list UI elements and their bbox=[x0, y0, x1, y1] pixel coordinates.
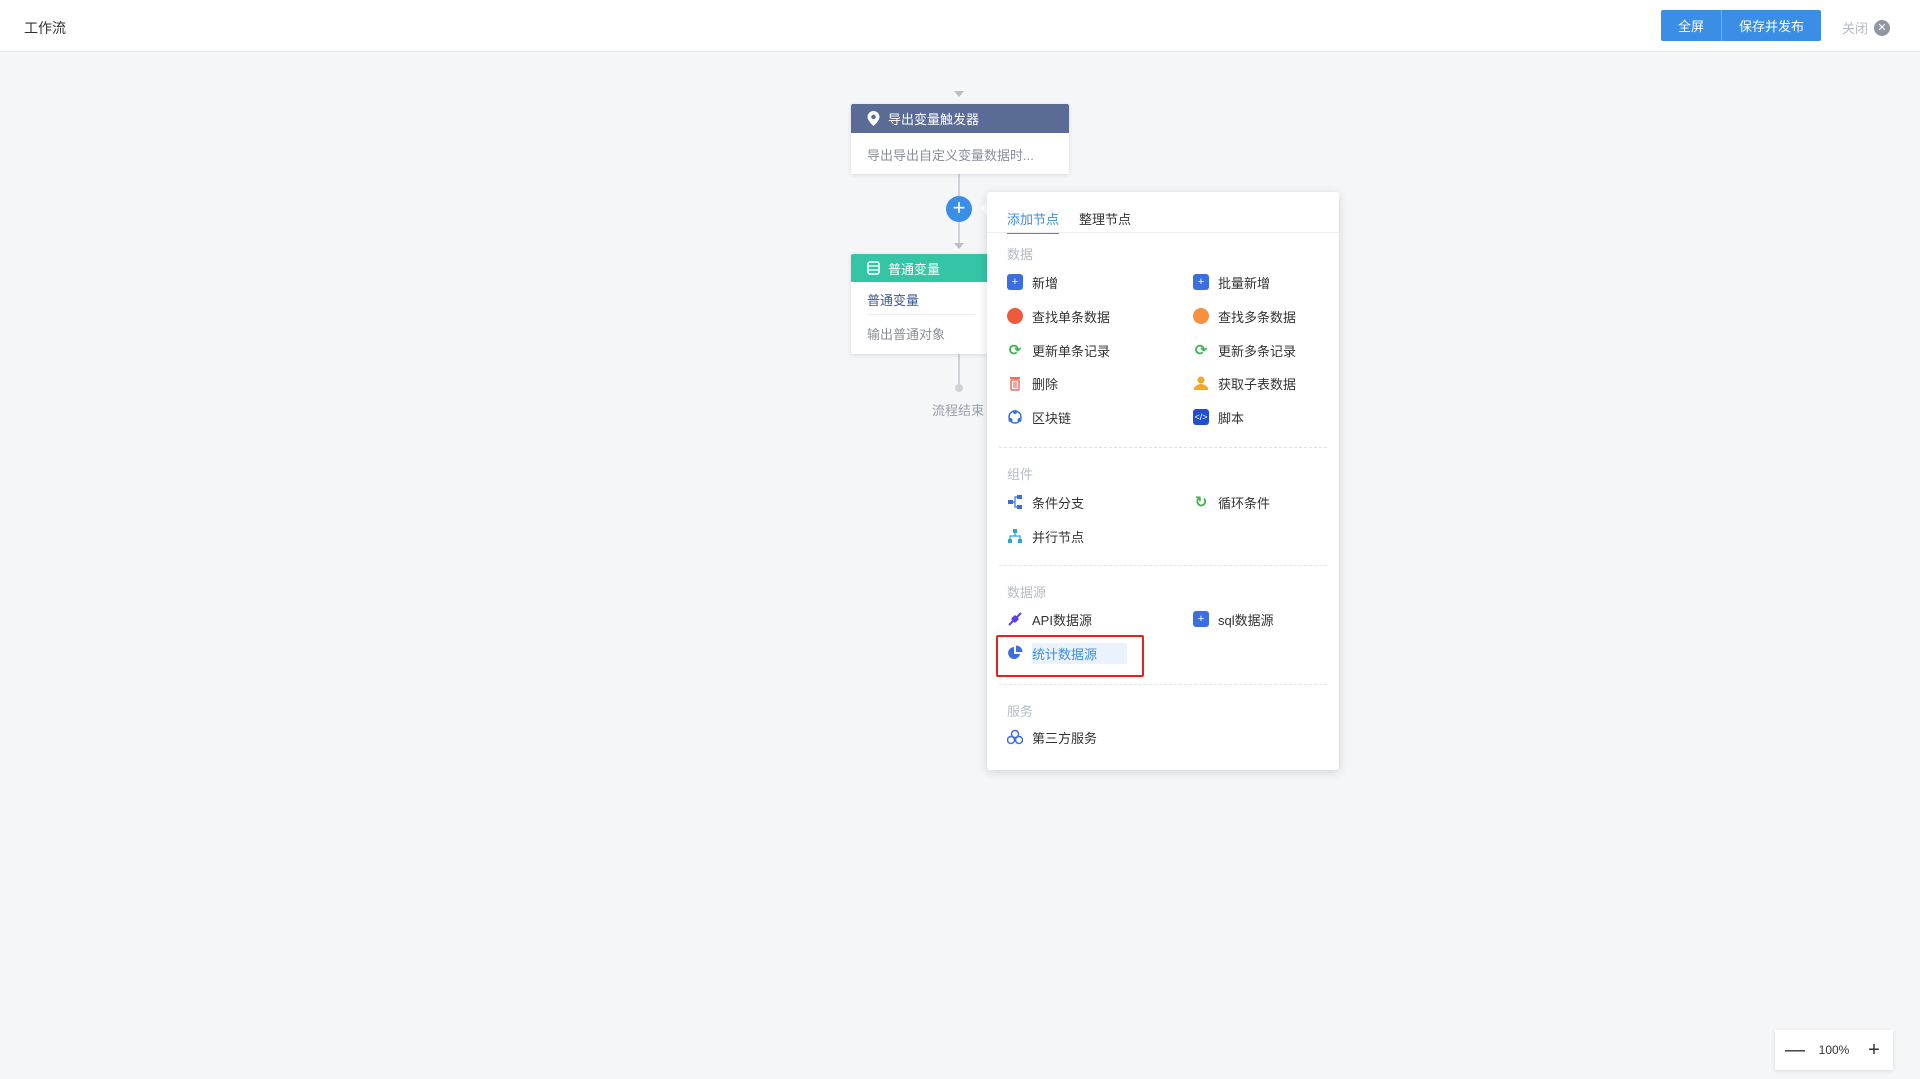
refresh-icon: ⟳ bbox=[1194, 342, 1208, 359]
person-hand-icon bbox=[1194, 376, 1208, 390]
loop-icon: ↻ bbox=[1194, 494, 1208, 511]
trigger-node-desc: 导出导出自定义变量数据时... bbox=[867, 148, 1034, 163]
variable-node-name: 普通变量 bbox=[867, 293, 920, 308]
tab-arrange-nodes[interactable]: 整理节点 bbox=[1079, 209, 1131, 234]
search-multiple-icon bbox=[1193, 308, 1209, 324]
menu-item-third-party-service[interactable]: 第三方服务 bbox=[1007, 727, 1097, 747]
menu-item-blockchain[interactable]: 区块链 bbox=[1007, 407, 1071, 427]
code-icon: </> bbox=[1193, 409, 1209, 425]
batch-add-icon: + bbox=[1193, 274, 1209, 290]
menu-item-parallel-node[interactable]: 并行节点 bbox=[1007, 526, 1084, 546]
close-label: 关闭 bbox=[1842, 21, 1869, 36]
menu-item-script[interactable]: </> 脚本 bbox=[1193, 407, 1244, 427]
save-and-publish-button[interactable]: 保存并发布 bbox=[1721, 10, 1821, 41]
add-square-icon: + bbox=[1007, 274, 1023, 290]
menu-item-update-single[interactable]: ⟳ 更新单条记录 bbox=[1007, 340, 1110, 360]
branch-icon bbox=[1008, 495, 1022, 509]
trigger-node[interactable]: 导出变量触发器 导出导出自定义变量数据时... bbox=[851, 104, 1069, 174]
menu-item-get-subtable[interactable]: 获取子表数据 bbox=[1193, 373, 1296, 393]
zoom-control: — 100% + bbox=[1775, 1030, 1893, 1070]
connector-line bbox=[958, 222, 960, 244]
close-button[interactable]: 关闭 ✕ bbox=[1842, 18, 1891, 37]
menu-item-find-single[interactable]: 查找单条数据 bbox=[1007, 306, 1110, 326]
zoom-level: 100% bbox=[1818, 1043, 1850, 1057]
sql-icon: + bbox=[1193, 611, 1209, 627]
section-divider bbox=[999, 447, 1327, 448]
page-title: 工作流 bbox=[24, 20, 66, 36]
menu-item-update-multiple[interactable]: ⟳ 更新多条记录 bbox=[1193, 340, 1296, 360]
section-divider bbox=[999, 565, 1327, 566]
menu-item-sql-datasource[interactable]: + sql数据源 bbox=[1193, 609, 1274, 629]
section-title-data: 数据 bbox=[1007, 247, 1034, 262]
add-node-popup: 添加节点 整理节点 数据 + 新增 + 批量新增 查找单条数据 查找多条数据 ⟳… bbox=[987, 192, 1339, 770]
zoom-in-button[interactable]: + bbox=[1865, 1039, 1883, 1062]
plus-icon: + bbox=[952, 195, 966, 220]
section-title-datasource: 数据源 bbox=[1007, 585, 1047, 600]
add-node-button[interactable]: + bbox=[946, 196, 972, 222]
cloud-service-icon bbox=[1007, 729, 1023, 745]
header-actions: 全屏 保存并发布 bbox=[1661, 10, 1821, 41]
api-plug-icon bbox=[1008, 612, 1022, 626]
menu-item-loop-condition[interactable]: ↻ 循环条件 bbox=[1193, 492, 1270, 512]
menu-item-condition-branch[interactable]: 条件分支 bbox=[1007, 492, 1084, 512]
database-icon bbox=[867, 261, 880, 275]
flow-start-arrow bbox=[954, 91, 964, 97]
flow-end-dot bbox=[955, 384, 963, 392]
close-icon: ✕ bbox=[1874, 19, 1891, 36]
trigger-node-title: 导出变量触发器 bbox=[888, 112, 980, 127]
parallel-icon bbox=[1008, 529, 1022, 543]
search-single-icon bbox=[1007, 308, 1023, 324]
section-title-component: 组件 bbox=[1007, 467, 1034, 482]
trash-icon bbox=[1010, 377, 1020, 391]
section-title-service: 服务 bbox=[1007, 704, 1034, 719]
variable-node[interactable]: 普通变量 普通变量 输出普通对象 bbox=[851, 254, 991, 354]
zoom-out-button[interactable]: — bbox=[1785, 1039, 1805, 1062]
connector-line bbox=[958, 354, 960, 384]
fullscreen-button[interactable]: 全屏 bbox=[1661, 10, 1721, 41]
top-bar: 工作流 全屏 保存并发布 关闭 ✕ bbox=[0, 0, 1920, 52]
flow-end-label: 流程结束 bbox=[932, 403, 985, 418]
trigger-node-header: 导出变量触发器 bbox=[851, 104, 1069, 133]
tab-add-node[interactable]: 添加节点 bbox=[1007, 209, 1060, 234]
connector-line bbox=[958, 174, 960, 196]
menu-item-batch-add[interactable]: + 批量新增 bbox=[1193, 272, 1270, 292]
variable-node-title: 普通变量 bbox=[888, 261, 941, 277]
menu-item-add[interactable]: + 新增 bbox=[1007, 272, 1058, 292]
variable-node-output: 输出普通对象 bbox=[867, 327, 946, 342]
popup-tabs: 添加节点 整理节点 bbox=[1007, 209, 1131, 234]
menu-item-api-datasource[interactable]: API数据源 bbox=[1007, 609, 1092, 629]
connector-arrow bbox=[954, 243, 964, 249]
highlight-box bbox=[996, 635, 1144, 677]
menu-item-delete[interactable]: 删除 bbox=[1007, 373, 1058, 393]
refresh-icon: ⟳ bbox=[1008, 342, 1022, 359]
blockchain-icon bbox=[1008, 410, 1022, 424]
location-pin-icon bbox=[867, 111, 880, 126]
menu-item-find-multiple[interactable]: 查找多条数据 bbox=[1193, 306, 1296, 326]
section-divider bbox=[999, 684, 1327, 685]
variable-node-header: 普通变量 bbox=[851, 254, 991, 282]
tabs-divider bbox=[987, 232, 1339, 233]
